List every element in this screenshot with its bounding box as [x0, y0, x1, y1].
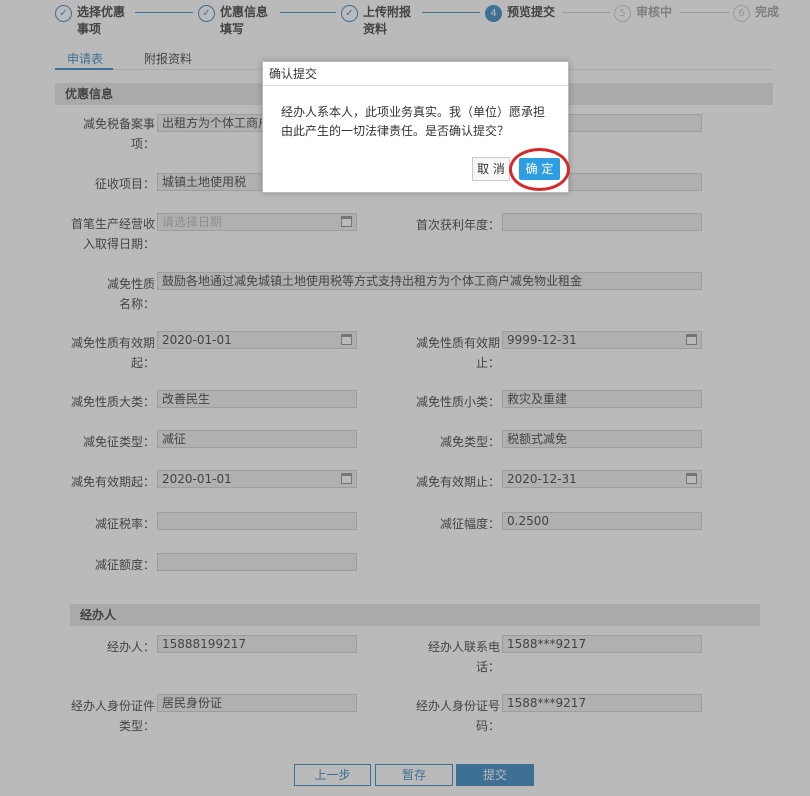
dialog-title: 确认提交	[263, 62, 568, 86]
cancel-button[interactable]: 取 消	[472, 157, 510, 181]
dialog-message: 经办人系本人，此项业务真实。我（单位）愿承担由此产生的一切法律责任。是否确认提交…	[281, 105, 546, 138]
confirm-button[interactable]: 确 定	[519, 158, 560, 180]
confirm-submit-dialog: 确认提交 经办人系本人，此项业务真实。我（单位）愿承担由此产生的一切法律责任。是…	[262, 61, 570, 193]
